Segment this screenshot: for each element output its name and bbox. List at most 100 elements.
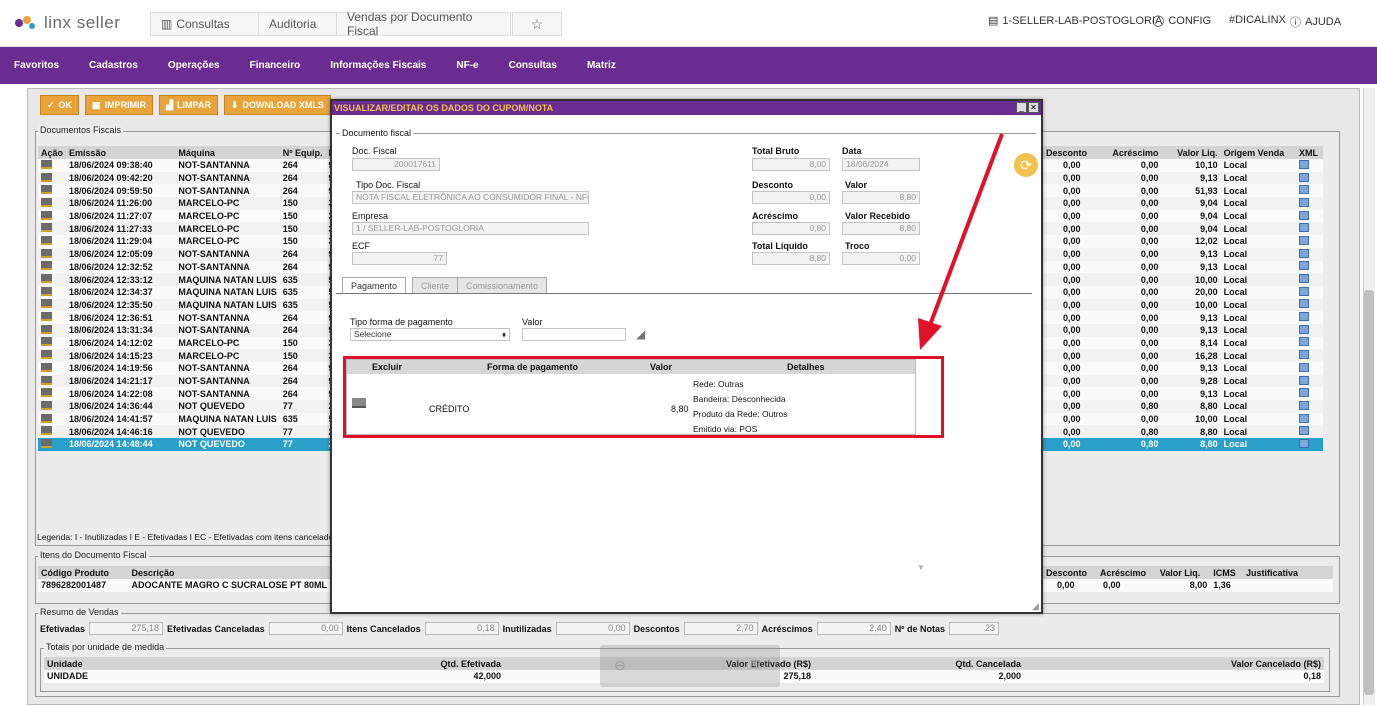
col-emissao[interactable]: Emissão (66, 146, 176, 159)
xml-icon[interactable] (1296, 336, 1323, 350)
tab-pagamento[interactable]: Pagamento (342, 277, 407, 294)
xml-icon[interactable] (1296, 209, 1323, 223)
xml-icon[interactable] (1296, 247, 1323, 261)
table-row[interactable]: 18/06/2024 12:32:52NOT-SANTANNA2649 (38, 260, 338, 274)
table-row[interactable]: 18/06/2024 11:27:33MARCELO-PC1503 (38, 222, 338, 236)
col-desconto[interactable]: Desconto (1043, 566, 1098, 579)
table-row[interactable]: 18/06/2024 12:35:50 MAQUINA NATAN LUIS 635… (38, 298, 338, 312)
empresa-field[interactable]: 1 / SELLER-LAB-POSTOGLORIA (352, 222, 589, 235)
table-row[interactable]: 18/06/2024 14:12:02MARCELO-PC1503 (38, 336, 338, 350)
xml-icon[interactable] (1296, 285, 1323, 299)
table-row[interactable]: 18/06/2024 14:48:44NOT QUEVEDO772 (38, 438, 338, 451)
breadcrumb-consultas[interactable]: ▥ Consultas (150, 12, 260, 36)
table-row[interactable]: 0,00 0,00 9,13 Local (1043, 171, 1323, 185)
table-row[interactable]: 0,00 0,00 20,00 Local (1043, 285, 1323, 299)
table-row[interactable]: 0,00 0,00 12,02 Local (1043, 235, 1323, 248)
table-row[interactable]: 18/06/2024 13:31:34NOT-SANTANNA2649 (38, 323, 338, 337)
tab-cliente[interactable]: Cliente (412, 277, 459, 294)
xml-icon[interactable] (1296, 298, 1323, 312)
xml-icon[interactable] (1296, 387, 1323, 401)
tipo-doc-field[interactable]: NOTA FISCAL ELETRÔNICA AO CONSUMIDOR FIN… (352, 191, 589, 204)
action-icon[interactable] (38, 425, 67, 439)
xml-icon[interactable] (1296, 374, 1323, 388)
table-row[interactable]: 18/06/2024 09:42:20NOT-SANTANNA2649 (38, 171, 338, 185)
table-row[interactable]: 0,00 0,00 10,10 Local (1043, 159, 1323, 172)
table-row[interactable]: 7896282001487 ADOCANTE MAGRO C SUCRALOSE … (38, 579, 330, 592)
col-acrescimo[interactable]: Acréscimo (1097, 566, 1157, 579)
table-row[interactable]: 0,00 0,00 51,93 Local (1043, 184, 1323, 198)
zoom-in-icon[interactable]: ⊞ (750, 657, 760, 671)
download-xmls-button[interactable]: ⬇ DOWNLOAD XMLS (223, 95, 331, 115)
zoom-out-icon[interactable]: ⊖ (614, 657, 626, 674)
col-maquina[interactable]: Máquina (175, 146, 280, 159)
col-descricao[interactable]: Descrição (128, 566, 330, 579)
col-equip[interactable]: Nº Equip. (279, 146, 326, 159)
table-row[interactable]: 0,00 0,00 9,28 Local (1043, 374, 1323, 388)
col-origem[interactable]: Origem Venda (1220, 146, 1297, 159)
col-valor-liq[interactable]: Valor Liq. (1156, 566, 1211, 579)
table-row[interactable]: 18/06/2024 14:46:16NOT QUEVEDO772 (38, 425, 338, 439)
table-row[interactable]: 0,00 0,00 9,13 Local (1043, 260, 1323, 274)
action-icon[interactable] (38, 273, 67, 286)
table-row[interactable]: 18/06/2024 09:59:50NOT-SANTANNA2649 (38, 184, 338, 198)
table-row[interactable]: 18/06/2024 11:27:07MARCELO-PC1503 (38, 209, 338, 223)
action-icon[interactable] (38, 285, 67, 299)
table-row[interactable]: 0,00 0,00 16,28 Local (1043, 349, 1323, 362)
xml-icon[interactable] (1296, 400, 1323, 413)
print-button[interactable]: ▦ IMPRIMIR (85, 95, 154, 115)
table-row[interactable]: 0,00 0,00 8,14 Local (1043, 336, 1323, 350)
action-icon[interactable] (38, 222, 67, 236)
table-row[interactable]: 0,00 0,00 9,13 Local (1043, 387, 1323, 401)
col-xml[interactable]: XML (1296, 146, 1323, 159)
table-row[interactable]: 18/06/2024 14:21:17NOT-SANTANNA2649 (38, 374, 338, 388)
menu-nfe[interactable]: NF-e (456, 60, 478, 71)
brand-logo[interactable]: linx seller (14, 13, 120, 33)
col-acao[interactable]: Ação (38, 146, 67, 159)
table-row[interactable]: 18/06/2024 14:36:44NOT QUEVEDO772 (38, 400, 338, 413)
ok-button[interactable]: ✓ OK (40, 95, 80, 115)
table-row[interactable]: 0,00 0,00 9,04 Local (1043, 209, 1323, 223)
table-row[interactable]: 0,00 0,00 8,00 1,36 (1043, 579, 1333, 592)
xml-icon[interactable] (1296, 323, 1323, 337)
ecf-field[interactable]: 77 (352, 252, 447, 265)
xml-icon[interactable] (1296, 425, 1323, 439)
xml-icon[interactable] (1296, 273, 1323, 286)
col-valor-cancelado[interactable]: Valor Cancelado (R$) (1024, 657, 1324, 670)
table-row[interactable]: 0,00 0,00 9,04 Local (1043, 222, 1323, 236)
refresh-icon[interactable]: ⟳ (1014, 153, 1038, 177)
col-valor-liq[interactable]: Valor Liq. (1161, 146, 1221, 159)
total-liquido-field[interactable]: 8,80 (752, 252, 830, 265)
tipo-forma-select[interactable]: Selecione ⬧ (350, 328, 510, 341)
action-icon[interactable] (38, 159, 67, 172)
table-row[interactable]: 0,00 0,00 9,04 Local (1043, 197, 1323, 210)
menu-cadastros[interactable]: Cadastros (89, 60, 138, 71)
xml-icon[interactable] (1296, 184, 1323, 198)
clear-button[interactable]: ▟ LIMPAR (159, 95, 218, 115)
xml-icon[interactable] (1296, 311, 1323, 324)
desconto-field[interactable]: 0,00 (752, 191, 830, 204)
table-row[interactable]: 18/06/2024 14:19:56NOT-SANTANNA2649 (38, 362, 338, 375)
action-icon[interactable] (38, 209, 67, 223)
table-row[interactable]: 18/06/2024 09:38:40NOT-SANTANNA2649 (38, 159, 338, 172)
acrescimo-field[interactable]: 0,80 (752, 222, 830, 235)
xml-icon[interactable] (1296, 349, 1323, 362)
minimize-icon[interactable]: _ (1016, 102, 1027, 113)
action-icon[interactable] (38, 184, 67, 198)
action-icon[interactable] (38, 197, 67, 210)
action-icon[interactable] (38, 400, 67, 413)
table-row[interactable]: 18/06/2024 14:22:08NOT-SANTANNA2649 (38, 387, 338, 401)
col-desconto[interactable]: Desconto (1043, 146, 1097, 159)
menu-consultas[interactable]: Consultas (509, 60, 557, 71)
table-row[interactable]: 18/06/2024 12:36:51NOT-SANTANNA2649 (38, 311, 338, 324)
menu-favoritos[interactable]: Favoritos (14, 60, 59, 71)
table-row[interactable]: 0,00 0,80 8,80 Local (1043, 425, 1323, 439)
col-qtd-efetivada[interactable]: Qtd. Efetivada (324, 657, 504, 670)
store-selector[interactable]: ▤ 1-SELLER-LAB-POSTOGLORIA (988, 14, 1162, 28)
close-icon[interactable]: ✕ (1028, 102, 1039, 113)
help-button[interactable]: ⓘ AJUDA (1290, 14, 1341, 30)
config-button[interactable]: ◯ CONFIG (1152, 14, 1211, 28)
xml-icon[interactable] (1296, 159, 1323, 172)
table-row[interactable]: 0,00 0,00 9,13 Local (1043, 362, 1323, 375)
breadcrumb-auditoria[interactable]: Auditoria (258, 12, 338, 36)
table-row[interactable]: 0,00 0,00 10,00 Local (1043, 273, 1323, 286)
